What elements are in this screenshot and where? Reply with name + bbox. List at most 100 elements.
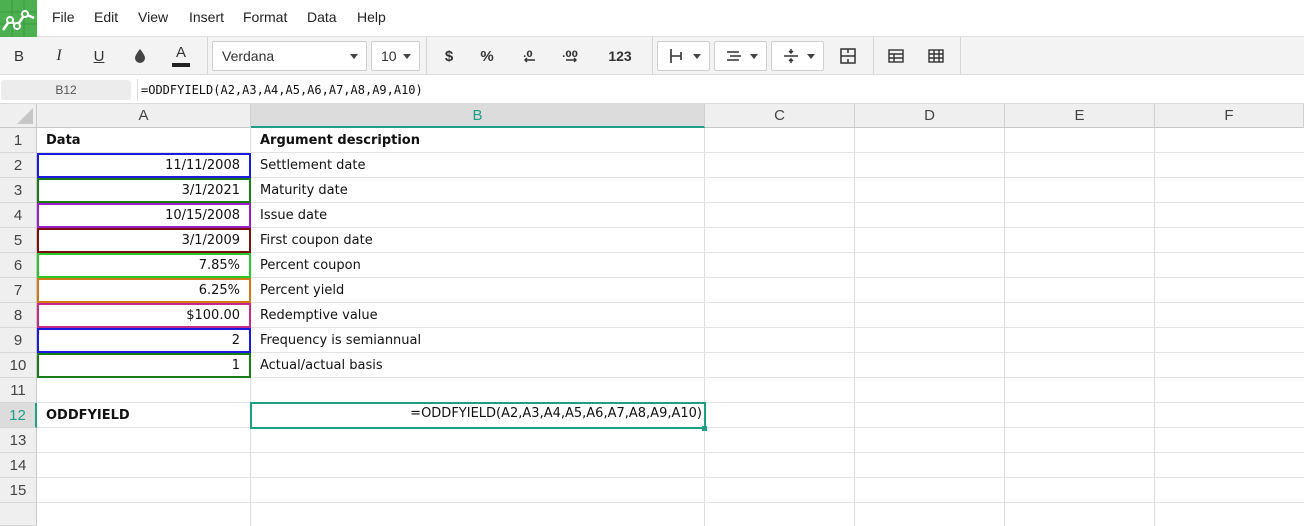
bold-button[interactable]: B xyxy=(4,41,34,71)
cell-a10[interactable]: 1 xyxy=(37,353,250,378)
menu-file[interactable]: File xyxy=(52,9,75,25)
freeze-rows-button[interactable] xyxy=(881,41,911,71)
currency-icon: $ xyxy=(444,47,454,65)
cell-b3[interactable]: Maturity date xyxy=(251,178,704,203)
toolbar-separator xyxy=(207,37,208,74)
cell-a12[interactable]: ODDFYIELD xyxy=(37,403,250,428)
row-header-6[interactable]: 6 xyxy=(0,253,37,278)
chevron-down-icon xyxy=(403,54,411,59)
select-all-icon xyxy=(17,108,33,124)
row-header-13[interactable]: 13 xyxy=(0,428,37,453)
font-size-select[interactable]: 10 xyxy=(371,41,420,71)
percent-format-button[interactable]: % xyxy=(472,41,502,71)
cell-b12-editor[interactable]: =ODDFYIELD(A2,A3,A4,A5,A6,A7,A8,A9,A10) xyxy=(251,401,704,426)
merge-cells-button[interactable] xyxy=(833,41,863,71)
currency-format-button[interactable]: $ xyxy=(434,41,464,71)
menu-insert[interactable]: Insert xyxy=(189,9,224,25)
row-header-4[interactable]: 4 xyxy=(0,203,37,228)
row-header-7[interactable]: 7 xyxy=(0,278,37,303)
toolbar: B I U A Verdana 10 $ % .0 .00 123 xyxy=(0,37,1304,75)
vertical-align-icon xyxy=(784,49,798,63)
column-header-c[interactable]: C xyxy=(705,104,855,128)
row-header-12[interactable]: 12 xyxy=(0,403,37,428)
row-header-5[interactable]: 5 xyxy=(0,228,37,253)
cell-b7[interactable]: Percent yield xyxy=(251,278,704,303)
underline-icon: U xyxy=(93,47,105,65)
chevron-down-icon xyxy=(750,54,758,59)
cell-a1[interactable]: Data xyxy=(37,128,250,153)
column-header-e[interactable]: E xyxy=(1005,104,1155,128)
number-format-button[interactable]: 123 xyxy=(600,41,640,71)
row-header-3[interactable]: 3 xyxy=(0,178,37,203)
cell-b1[interactable]: Argument description xyxy=(251,128,704,153)
decrease-decimal-button[interactable]: .0 xyxy=(514,41,544,71)
row-header-9[interactable]: 9 xyxy=(0,328,37,353)
column-header-a[interactable]: A xyxy=(37,104,251,128)
increase-decimal-button[interactable]: .00 xyxy=(556,41,586,71)
column-header-d[interactable]: D xyxy=(855,104,1005,128)
grid-line xyxy=(37,502,1304,503)
horizontal-align-dropdown[interactable] xyxy=(714,41,767,71)
row-header-8[interactable]: 8 xyxy=(0,303,37,328)
increase-decimal-icon: .00 xyxy=(562,50,578,63)
text-color-button[interactable]: A xyxy=(166,41,196,71)
vertical-align-dropdown[interactable] xyxy=(771,41,824,71)
text-color-icon: A xyxy=(175,44,186,61)
cell-a9[interactable]: 2 xyxy=(37,328,250,353)
spreadsheet-grid: A B C D E F 1 2 3 4 5 6 7 8 9 10 11 12 1… xyxy=(0,104,1304,526)
grid-line xyxy=(37,452,1304,453)
cell-b8[interactable]: Redemptive value xyxy=(251,303,704,328)
paint-bucket-icon xyxy=(135,49,145,63)
cell-a2[interactable]: 11/11/2008 xyxy=(37,153,250,178)
column-header-f[interactable]: F xyxy=(1155,104,1304,128)
menu-view[interactable]: View xyxy=(138,9,168,25)
row-header-1[interactable]: 1 xyxy=(0,128,37,153)
toolbar-separator xyxy=(652,37,653,74)
cell-b5[interactable]: First coupon date xyxy=(251,228,704,253)
menu-help[interactable]: Help xyxy=(357,9,386,25)
font-family-select[interactable]: Verdana xyxy=(212,41,367,71)
cell-b9[interactable]: Frequency is semiannual xyxy=(251,328,704,353)
row-header-15[interactable]: 15 xyxy=(0,478,37,503)
cell-b6[interactable]: Percent coupon xyxy=(251,253,704,278)
borders-dropdown[interactable] xyxy=(657,41,710,71)
row-header-16[interactable] xyxy=(0,503,37,526)
freeze-rows-icon xyxy=(888,49,904,63)
text-color-swatch xyxy=(172,63,190,67)
formula-input[interactable]: =ODDFYIELD(A2,A3,A4,A5,A6,A7,A8,A9,A10) xyxy=(137,79,1304,101)
cell-a5[interactable]: 3/1/2009 xyxy=(37,228,250,253)
menu-data[interactable]: Data xyxy=(307,9,337,25)
cell-a8[interactable]: $100.00 xyxy=(37,303,250,328)
row-header-10[interactable]: 10 xyxy=(0,353,37,378)
cell-b2[interactable]: Settlement date xyxy=(251,153,704,178)
name-box[interactable]: B12 xyxy=(1,80,131,100)
number-format-icon: 123 xyxy=(608,48,632,64)
menu-edit[interactable]: Edit xyxy=(94,9,118,25)
fill-handle[interactable] xyxy=(702,426,707,431)
row-header-14[interactable]: 14 xyxy=(0,453,37,478)
italic-button[interactable]: I xyxy=(44,41,74,71)
font-size-value: 10 xyxy=(381,48,397,64)
fill-color-button[interactable] xyxy=(125,41,155,71)
menu-format[interactable]: Format xyxy=(243,9,287,25)
toolbar-separator xyxy=(873,37,874,74)
cell-b4[interactable]: Issue date xyxy=(251,203,704,228)
cell-b10[interactable]: Actual/actual basis xyxy=(251,353,704,378)
cell-a4[interactable]: 10/15/2008 xyxy=(37,203,250,228)
merge-cells-icon xyxy=(840,48,856,64)
freeze-columns-button[interactable] xyxy=(921,41,951,71)
menu-bar: File Edit View Insert Format Data Help xyxy=(0,0,1304,37)
svg-text:.0: .0 xyxy=(523,50,533,60)
cell-a6[interactable]: 7.85% xyxy=(37,253,250,278)
svg-text:.00: .00 xyxy=(562,50,578,60)
chevron-down-icon xyxy=(350,54,358,59)
row-header-2[interactable]: 2 xyxy=(0,153,37,178)
cell-a7[interactable]: 6.25% xyxy=(37,278,250,303)
cell-a3[interactable]: 3/1/2021 xyxy=(37,178,250,203)
freeze-columns-icon xyxy=(928,49,944,63)
column-header-b[interactable]: B xyxy=(251,104,705,128)
logo-chart-icon xyxy=(0,0,37,37)
row-header-11[interactable]: 11 xyxy=(0,378,37,403)
underline-button[interactable]: U xyxy=(84,41,114,71)
select-all-corner[interactable] xyxy=(0,104,37,128)
